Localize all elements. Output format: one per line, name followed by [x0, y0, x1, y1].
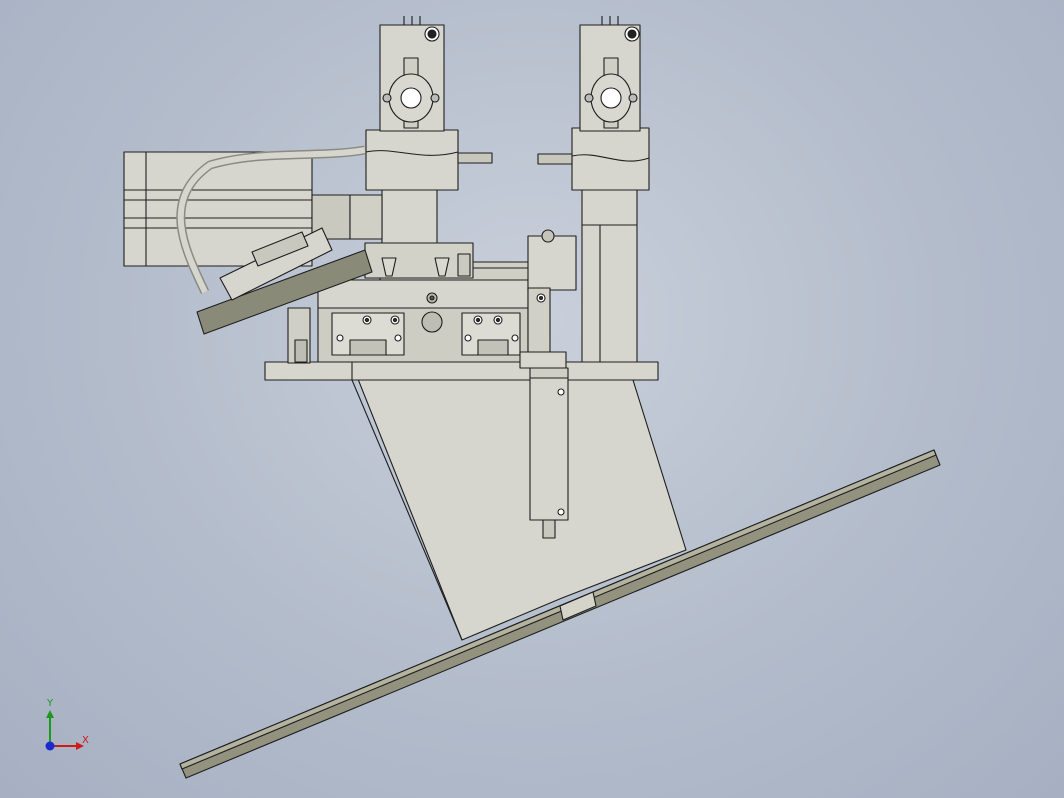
knob-icon [541, 229, 555, 243]
cad-model [123, 16, 941, 779]
side-bracket [527, 235, 577, 291]
right-column [537, 16, 650, 363]
gear-icon [421, 311, 443, 333]
nozzle-housing [364, 242, 474, 279]
coordinate-triad: Y X [38, 698, 98, 758]
base-slab [264, 361, 659, 381]
slide-table [317, 279, 529, 363]
cad-viewport[interactable]: Y X [0, 0, 1064, 798]
x-axis-label: X [82, 735, 89, 746]
y-axis-label: Y [47, 698, 54, 709]
left-column [365, 16, 493, 244]
support-bracket [351, 363, 687, 641]
servo-motor [123, 151, 383, 267]
